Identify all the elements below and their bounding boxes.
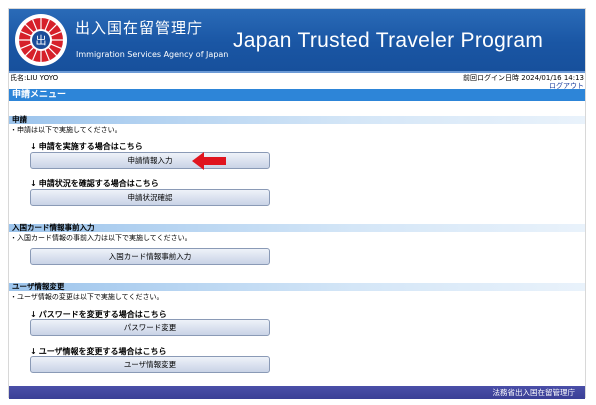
site-footer: 法務省出入国在留管理庁 bbox=[9, 386, 585, 399]
emblem-glyph: 出 bbox=[36, 33, 47, 47]
footer-text: 法務省出入国在留管理庁 bbox=[492, 388, 576, 397]
menu-title: 申請メニュー bbox=[12, 90, 67, 100]
status-subheading: ↓ 申請状況を確認する場合はこちら bbox=[30, 178, 159, 189]
application-note: ・申請は以下で実施してください。 bbox=[10, 126, 122, 134]
status-subheading-text: 申請状況を確認する場合はこちら bbox=[38, 179, 159, 188]
entry-card-note: ・入国カード情報の事前入力は以下で実施してください。 bbox=[10, 234, 192, 242]
down-arrow-icon: ↓ bbox=[30, 142, 37, 151]
entry-card-input-button[interactable]: 入国カード情報事前入力 bbox=[30, 248, 270, 265]
application-status-button[interactable]: 申請状況確認 bbox=[30, 189, 270, 206]
site-header: 出 出入国在留管理庁 Immigration Services Agency o… bbox=[9, 9, 585, 71]
apply-subheading: ↓ 申請を実施する場合はこちら bbox=[30, 141, 143, 152]
section-title-entry-card: 入国カード情報事前入力 bbox=[12, 223, 95, 232]
user-info-subheading-text: ユーザ情報を変更する場合はこちら bbox=[38, 347, 167, 356]
password-change-button[interactable]: パスワード変更 bbox=[30, 319, 270, 336]
user-name: 氏名:LIU YOYO bbox=[10, 74, 59, 82]
section-user-info: ユーザ情報変更 bbox=[9, 282, 585, 291]
section-title-user-info: ユーザ情報変更 bbox=[12, 282, 65, 291]
section-entry-card: 入国カード情報事前入力 bbox=[9, 223, 585, 232]
red-pointer-arrow-icon bbox=[192, 152, 226, 170]
section-application: 申請 bbox=[9, 115, 585, 124]
program-title: Japan Trusted Traveler Program bbox=[233, 29, 544, 52]
section-title-application: 申請 bbox=[12, 115, 27, 124]
user-info-note: ・ユーザ情報の変更は以下で実施してください。 bbox=[10, 293, 164, 301]
password-subheading-text: パスワードを変更する場合はこちら bbox=[38, 310, 167, 319]
apply-subheading-text: 申請を実施する場合はこちら bbox=[38, 142, 143, 151]
down-arrow-icon: ↓ bbox=[30, 179, 37, 188]
application-input-button[interactable]: 申請情報入力 bbox=[30, 152, 270, 169]
down-arrow-icon: ↓ bbox=[30, 310, 37, 319]
down-arrow-icon: ↓ bbox=[30, 347, 37, 356]
menu-title-bar: 申請メニュー bbox=[9, 89, 585, 101]
agency-name-en: Immigration Services Agency of Japan bbox=[76, 50, 229, 59]
agency-name-jp: 出入国在留管理庁 bbox=[75, 19, 204, 37]
user-info-change-button[interactable]: ユーザ情報変更 bbox=[30, 356, 270, 373]
agency-emblem-icon: 出 bbox=[14, 13, 68, 67]
